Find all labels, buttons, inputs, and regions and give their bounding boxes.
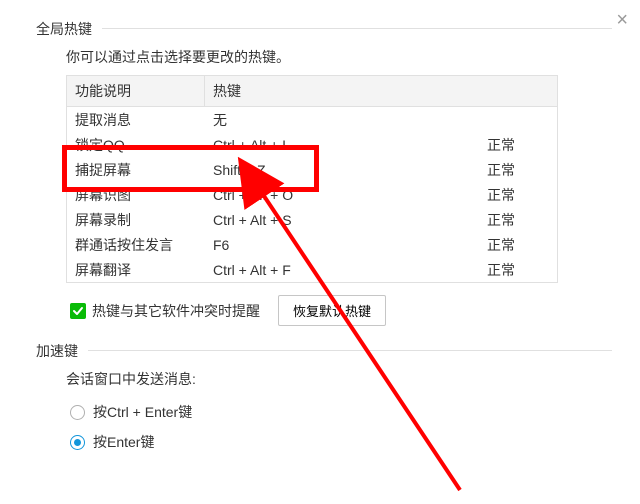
row-key: Shift + Z xyxy=(205,158,445,182)
table-row[interactable]: 群通话按住发言 F6 正常 xyxy=(67,232,557,257)
row-name: 锁定QQ xyxy=(67,133,205,157)
table-row[interactable]: 提取消息 无 xyxy=(67,107,557,132)
row-key: Ctrl + Alt + L xyxy=(205,133,445,157)
conflict-label: 热键与其它软件冲突时提醒 xyxy=(92,301,260,321)
hotkey-table: 功能说明 热键 提取消息 无 锁定QQ Ctrl + Alt + L 正常 xyxy=(66,75,558,283)
radio-icon xyxy=(70,435,85,450)
radio-enter[interactable]: 按Enter键 xyxy=(70,427,612,457)
table-row[interactable]: 屏幕翻译 Ctrl + Alt + F 正常 xyxy=(67,257,557,282)
radio-label: 按Enter键 xyxy=(93,432,154,452)
row-status: 正常 xyxy=(445,158,557,182)
table-row[interactable]: 锁定QQ Ctrl + Alt + L 正常 xyxy=(67,132,557,157)
reset-hotkeys-button[interactable]: 恢复默认热键 xyxy=(278,295,386,326)
global-hotkeys-desc: 你可以通过点击选择要更改的热键。 xyxy=(66,47,612,67)
header-name: 功能说明 xyxy=(67,76,205,106)
table-row[interactable]: 屏幕识图 Ctrl + Alt + O 正常 xyxy=(67,182,557,207)
row-key: 无 xyxy=(205,108,445,132)
accelerator-section: 加速键 会话窗口中发送消息: 按Ctrl + Enter键 按Enter键 xyxy=(36,350,612,457)
check-icon xyxy=(70,303,86,319)
row-status: 正常 xyxy=(445,233,557,257)
row-name: 提取消息 xyxy=(67,108,205,132)
row-key: Ctrl + Alt + F xyxy=(205,258,445,282)
row-key: Ctrl + Alt + O xyxy=(205,183,445,207)
table-header: 功能说明 热键 xyxy=(67,76,557,107)
table-row[interactable]: 屏幕录制 Ctrl + Alt + S 正常 xyxy=(67,207,557,232)
row-key: F6 xyxy=(205,233,445,257)
row-name: 捕捉屏幕 xyxy=(67,158,205,182)
row-name: 屏幕识图 xyxy=(67,183,205,207)
table-row[interactable]: 捕捉屏幕 Shift + Z 正常 xyxy=(67,157,557,182)
close-icon[interactable]: × xyxy=(616,10,628,30)
global-hotkeys-section: 全局热键 你可以通过点击选择要更改的热键。 功能说明 热键 提取消息 无 锁定Q… xyxy=(36,28,612,326)
row-status: 正常 xyxy=(445,183,557,207)
global-hotkeys-legend: 全局热键 xyxy=(36,19,102,39)
radio-ctrl-enter[interactable]: 按Ctrl + Enter键 xyxy=(70,397,612,427)
row-key: Ctrl + Alt + S xyxy=(205,208,445,232)
row-name: 群通话按住发言 xyxy=(67,233,205,257)
row-status: 正常 xyxy=(445,258,557,282)
header-key: 热键 xyxy=(205,76,557,106)
conflict-checkbox[interactable]: 热键与其它软件冲突时提醒 xyxy=(70,301,260,321)
row-name: 屏幕录制 xyxy=(67,208,205,232)
send-radio-group: 按Ctrl + Enter键 按Enter键 xyxy=(66,397,612,457)
settings-panel: 全局热键 你可以通过点击选择要更改的热键。 功能说明 热键 提取消息 无 锁定Q… xyxy=(0,0,640,457)
send-message-label: 会话窗口中发送消息: xyxy=(66,369,612,389)
accelerator-legend: 加速键 xyxy=(36,341,88,361)
row-status: 正常 xyxy=(445,133,557,157)
row-name: 屏幕翻译 xyxy=(67,258,205,282)
radio-icon xyxy=(70,405,85,420)
radio-label: 按Ctrl + Enter键 xyxy=(93,402,192,422)
table-body: 提取消息 无 锁定QQ Ctrl + Alt + L 正常 捕捉屏幕 Shift… xyxy=(67,107,557,282)
row-status: 正常 xyxy=(445,208,557,232)
